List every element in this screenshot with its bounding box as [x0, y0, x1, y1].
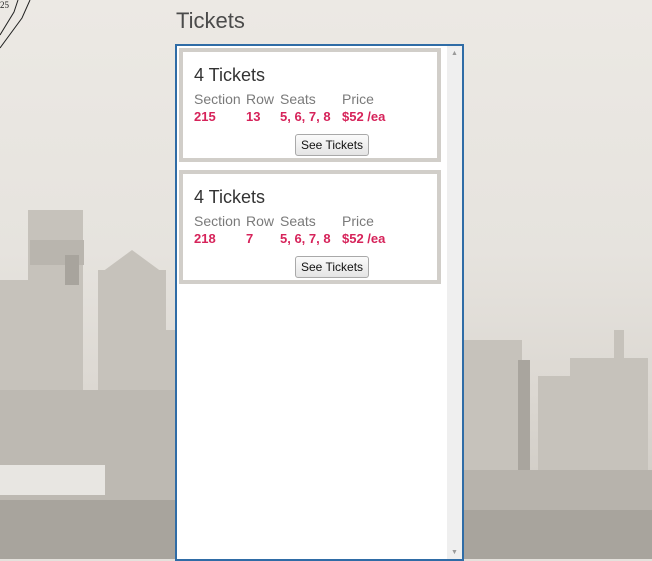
section-value: 218	[194, 231, 216, 246]
price-column: Price $52 /ea	[342, 90, 385, 126]
row-column: Row 13	[246, 90, 274, 126]
section-label: Section	[194, 91, 241, 107]
ticket-listing-card: 4 Tickets Section 215 Row 13 Seats 5, 6,…	[179, 48, 441, 162]
listing-title: 4 Tickets	[194, 65, 266, 85]
row-value: 7	[246, 231, 254, 246]
vertical-scrollbar[interactable]: ▲ ▼	[447, 46, 462, 559]
seats-label: Seats	[280, 213, 316, 229]
row-column: Row 7	[246, 212, 274, 248]
price-label: Price	[342, 91, 374, 107]
section-label: Section	[194, 213, 241, 229]
row-label: Row	[246, 91, 275, 107]
price-column: Price $52 /ea	[342, 212, 385, 248]
ticket-listing-card: 4 Tickets Section 218 Row 7 Seats 5, 6, …	[179, 170, 441, 284]
stadium-map-fragment: 25	[0, 0, 31, 49]
listing-title: 4 Tickets	[194, 187, 266, 207]
row-value: 13	[246, 109, 261, 124]
row-label: Row	[246, 213, 275, 229]
seats-value: 5, 6, 7, 8	[280, 109, 331, 124]
seats-value: 5, 6, 7, 8	[280, 231, 331, 246]
price-label: Price	[342, 213, 374, 229]
arrow-up-icon[interactable]: ▲	[447, 48, 462, 60]
section-value: 215	[194, 109, 216, 124]
price-value: $52 /ea	[342, 231, 386, 246]
price-value: $52 /ea	[342, 109, 386, 124]
section-column: Section 215	[194, 90, 241, 126]
ticket-list: 4 Tickets Section 215 Row 13 Seats 5, 6,…	[177, 46, 447, 559]
see-tickets-button[interactable]: See Tickets	[295, 256, 370, 278]
ticket-listings-panel[interactable]: 4 Tickets Section 215 Row 13 Seats 5, 6,…	[175, 44, 464, 561]
seats-column: Seats 5, 6, 7, 8	[280, 90, 331, 126]
section-column: Section 218	[194, 212, 241, 248]
see-tickets-button[interactable]: See Tickets	[295, 134, 370, 156]
page-title: Tickets	[176, 8, 245, 33]
stadium-section-label: 25	[0, 0, 10, 10]
seats-label: Seats	[280, 91, 316, 107]
arrow-down-icon[interactable]: ▼	[447, 547, 462, 559]
seats-column: Seats 5, 6, 7, 8	[280, 212, 331, 248]
